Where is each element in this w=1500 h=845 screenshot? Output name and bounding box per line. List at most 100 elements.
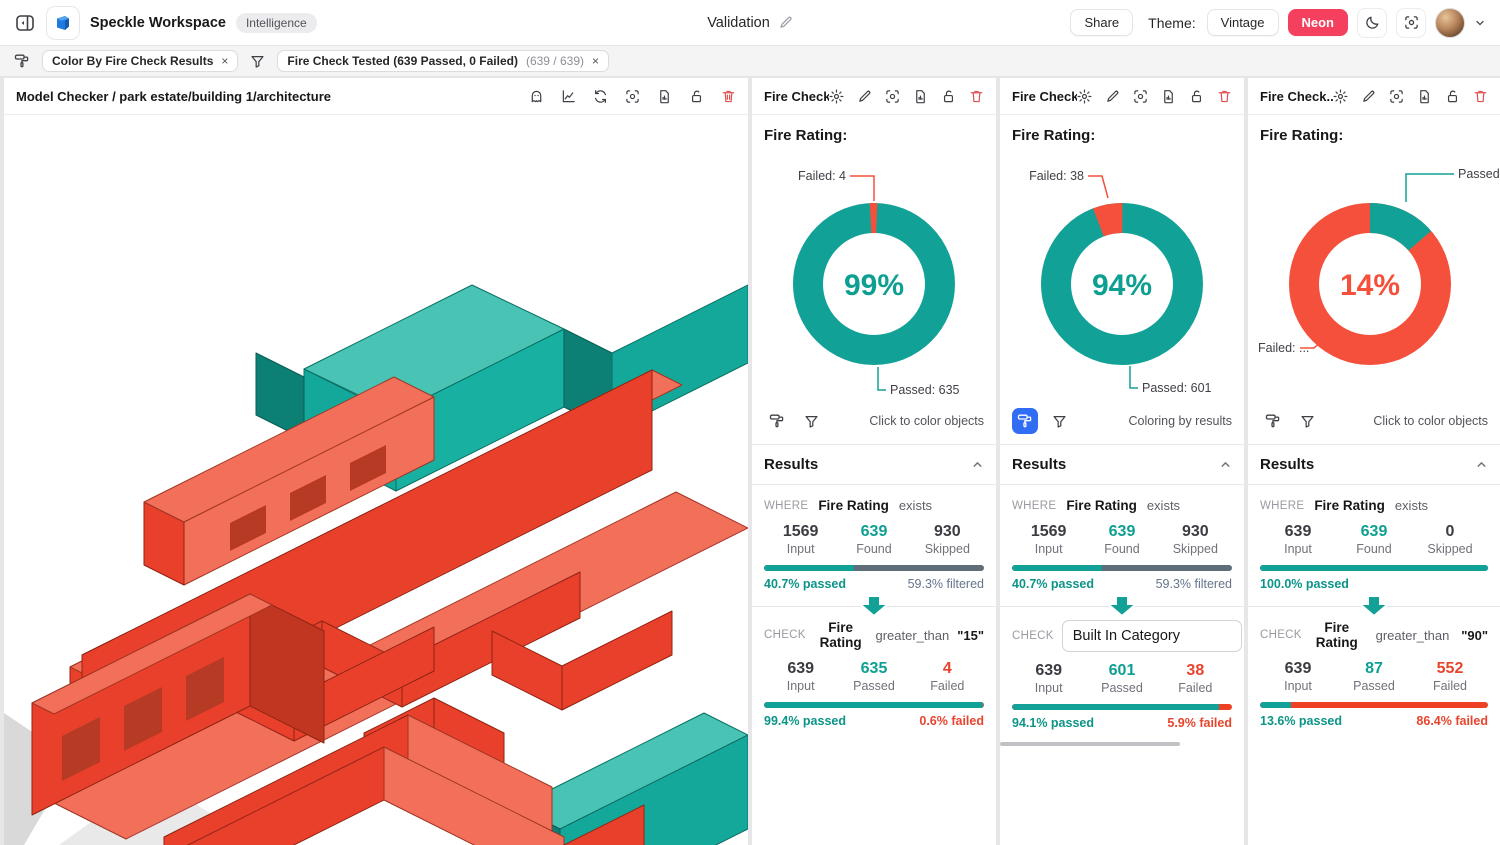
stat-label: Found: [1336, 542, 1412, 556]
stat-label: Input: [764, 542, 837, 556]
filter-objects-button[interactable]: [798, 408, 824, 434]
edit-icon[interactable]: [1105, 89, 1120, 104]
horizontal-scrollbar[interactable]: [1000, 742, 1180, 746]
delete-icon[interactable]: [721, 89, 736, 104]
failed-percent: 86.4% failed: [1416, 714, 1488, 728]
delete-icon[interactable]: [1473, 89, 1488, 104]
isolation-filter-chip-label: Fire Check Tested (639 Passed, 0 Failed): [287, 54, 518, 68]
donut-chart[interactable]: Failed: 38 Passed: 601 94%: [1000, 146, 1244, 404]
flow-arrow-icon: [1107, 595, 1137, 617]
stat-value: 87: [1336, 660, 1412, 678]
dark-mode-toggle[interactable]: [1357, 8, 1387, 38]
focus-icon[interactable]: [1389, 89, 1404, 104]
where-keyword: WHERE: [1012, 500, 1056, 512]
report-icon[interactable]: [1161, 89, 1176, 104]
stat-value: 639: [1336, 523, 1412, 541]
chevron-down-icon[interactable]: [1474, 17, 1486, 29]
filter-objects-button[interactable]: [1046, 408, 1072, 434]
lock-icon[interactable]: [1189, 89, 1204, 104]
stat-label: Skipped: [911, 542, 984, 556]
stat-label: Failed: [1159, 681, 1232, 695]
flow-arrow-icon: [859, 595, 889, 617]
donut-chart[interactable]: Failed: 4 Passed: 635 99%: [752, 146, 996, 404]
avatar[interactable]: [1435, 8, 1465, 38]
stat-label: Passed: [1085, 681, 1158, 695]
results-section-toggle[interactable]: Results: [1248, 444, 1500, 484]
where-progress-bar: [764, 565, 984, 571]
speckle-logo[interactable]: [46, 6, 80, 40]
check-keyword: CHECK: [764, 629, 806, 641]
results-section-toggle[interactable]: Results: [752, 444, 996, 484]
stat-value: 930: [911, 523, 984, 541]
close-icon[interactable]: ×: [592, 54, 599, 68]
share-button[interactable]: Share: [1070, 9, 1133, 36]
edit-icon[interactable]: [1361, 89, 1376, 104]
gear-icon[interactable]: [829, 89, 844, 104]
passed-percent: 94.1% passed: [1012, 716, 1094, 730]
failed-percent: 5.9% failed: [1167, 716, 1232, 730]
chevron-up-icon[interactable]: [971, 458, 984, 471]
check-category-select[interactable]: Built In Category: [1062, 620, 1242, 652]
close-icon[interactable]: ×: [221, 54, 228, 68]
color-objects-button[interactable]: [1012, 408, 1038, 434]
delete-icon[interactable]: [1217, 89, 1232, 104]
ghost-objects-icon[interactable]: [529, 89, 544, 104]
filtered-percent: 59.3% filtered: [908, 577, 984, 591]
report-icon[interactable]: [657, 89, 672, 104]
donut-passed-label: Passed: 601: [1142, 381, 1212, 395]
results-section-toggle[interactable]: Results: [1000, 444, 1244, 484]
stat-label: Found: [837, 542, 910, 556]
where-predicate: exists: [1395, 498, 1428, 513]
color-objects-button[interactable]: [764, 408, 790, 434]
results-title: Results: [1260, 456, 1314, 473]
where-predicate: exists: [1147, 498, 1180, 513]
isolation-filter-chip-count: (639 / 639): [526, 54, 584, 68]
chart-icon[interactable]: [561, 89, 576, 104]
where-card: WHERE Fire Rating exists 1569Input 639Fo…: [752, 485, 996, 606]
focus-icon[interactable]: [625, 89, 640, 104]
paint-roller-icon[interactable]: [14, 53, 30, 69]
stat-value: 1569: [1012, 523, 1085, 541]
fire-check-panel-3: Fire Check... Fire Rating: Passed: ...: [1248, 78, 1500, 845]
report-icon[interactable]: [913, 89, 928, 104]
sync-icon[interactable]: [593, 89, 608, 104]
stat-label: Input: [1260, 679, 1336, 693]
stat-value: 552: [1412, 660, 1488, 678]
edit-title-icon[interactable]: [778, 15, 793, 30]
gear-icon[interactable]: [1077, 89, 1092, 104]
lock-icon[interactable]: [941, 89, 956, 104]
funnel-icon[interactable]: [250, 54, 265, 69]
color-objects-button[interactable]: [1260, 408, 1286, 434]
donut-chart[interactable]: Passed: ... Failed: ... 14%: [1248, 146, 1500, 404]
where-card: WHERE Fire Rating exists 639Input 639Fou…: [1248, 485, 1500, 606]
focus-icon[interactable]: [885, 89, 900, 104]
viewer-canvas[interactable]: [4, 115, 748, 845]
sidebar-collapse-icon[interactable]: [14, 12, 36, 34]
theme-vintage-button[interactable]: Vintage: [1207, 9, 1279, 36]
color-filter-chip[interactable]: Color By Fire Check Results ×: [42, 50, 238, 72]
panel-header: Fire Check...: [1248, 78, 1500, 115]
edit-icon[interactable]: [857, 89, 872, 104]
donut-percent: 94%: [1092, 269, 1152, 302]
theme-neon-button[interactable]: Neon: [1288, 9, 1349, 36]
focus-icon[interactable]: [1133, 89, 1148, 104]
results-title: Results: [764, 456, 818, 473]
report-icon[interactable]: [1417, 89, 1432, 104]
stat-label: Input: [1012, 542, 1085, 556]
gear-icon[interactable]: [1333, 89, 1348, 104]
filter-objects-button[interactable]: [1294, 408, 1320, 434]
color-status-text: Click to color objects: [869, 414, 984, 428]
screenshot-button[interactable]: [1396, 8, 1426, 38]
panel-title: Fire Check...: [764, 89, 829, 104]
chevron-up-icon[interactable]: [1219, 458, 1232, 471]
chevron-up-icon[interactable]: [1475, 458, 1488, 471]
delete-icon[interactable]: [969, 89, 984, 104]
app-header: Speckle Workspace Intelligence Validatio…: [0, 0, 1500, 46]
failed-percent: 0.6% failed: [919, 714, 984, 728]
isolation-filter-chip[interactable]: Fire Check Tested (639 Passed, 0 Failed)…: [277, 50, 609, 72]
lock-icon[interactable]: [689, 89, 704, 104]
where-progress-bar: [1260, 565, 1488, 571]
color-status-text: Click to color objects: [1373, 414, 1488, 428]
lock-icon[interactable]: [1445, 89, 1460, 104]
stat-value: 639: [764, 660, 837, 678]
